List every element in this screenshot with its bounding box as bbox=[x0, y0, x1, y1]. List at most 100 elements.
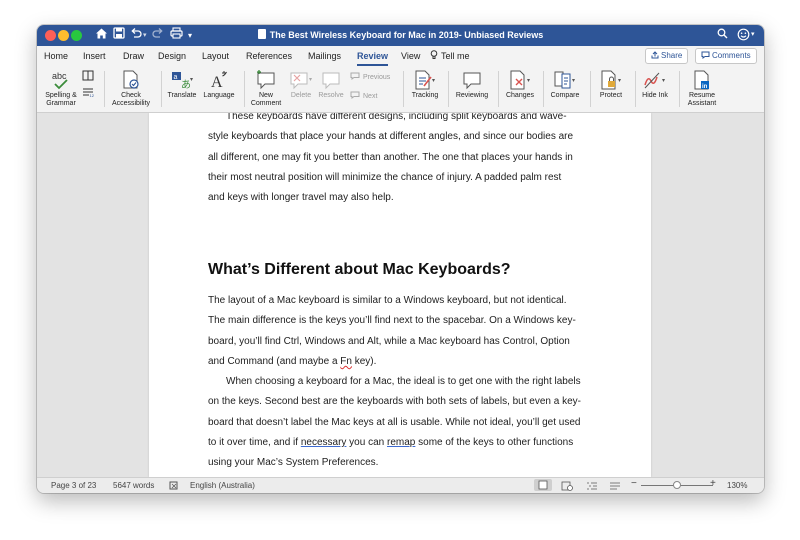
search-icon[interactable] bbox=[717, 28, 728, 42]
text-line: on the keys. Second best are the keyboar… bbox=[208, 396, 581, 408]
tab-view[interactable]: View bbox=[401, 50, 420, 62]
previous-comment-button[interactable]: Previous bbox=[350, 72, 390, 82]
document-icon bbox=[257, 29, 266, 39]
share-label: Share bbox=[661, 51, 683, 60]
language-label: Language bbox=[203, 92, 235, 99]
account-smiley-icon[interactable] bbox=[737, 28, 750, 44]
delete-label: Delete bbox=[290, 92, 312, 99]
tracking-button[interactable]: ▾ Tracking bbox=[406, 68, 444, 100]
tab-draw[interactable]: Draw bbox=[123, 50, 144, 62]
ribbon-separator bbox=[679, 71, 680, 107]
translate-button[interactable]: a あ ▾ Translate bbox=[164, 68, 200, 100]
document-title-text: The Best Wireless Keyboard for Mac in 20… bbox=[269, 30, 544, 40]
comments-label: Comments bbox=[712, 51, 751, 60]
spelling-check-icon: abc bbox=[41, 68, 81, 92]
tab-review[interactable]: Review bbox=[357, 50, 389, 66]
tab-home[interactable]: Home bbox=[44, 50, 68, 62]
previous-label: Previous bbox=[363, 74, 391, 81]
resolve-comment-icon bbox=[315, 68, 347, 92]
ribbon-separator bbox=[161, 71, 162, 107]
delete-comment-button[interactable]: ▾ Delete bbox=[285, 68, 317, 100]
text-line: and Command (and maybe a Fn key). bbox=[208, 352, 592, 372]
text-line: all different, one may fit you better th… bbox=[208, 151, 573, 163]
page-count[interactable]: Page 3 of 23 bbox=[51, 481, 96, 491]
check-label-2: Accessibility bbox=[111, 100, 151, 107]
outline-view-button[interactable] bbox=[586, 481, 598, 493]
outline-icon bbox=[587, 482, 597, 490]
comments-button[interactable]: Comments bbox=[695, 48, 757, 64]
tell-me-label: Tell me bbox=[441, 51, 470, 61]
compare-button[interactable]: ▾ Compare bbox=[546, 68, 584, 100]
reviewing-pane-icon bbox=[451, 68, 493, 92]
resume-label-1: Resume bbox=[688, 92, 716, 99]
language-button[interactable]: A Language bbox=[200, 68, 238, 100]
tab-design[interactable]: Design bbox=[158, 50, 186, 62]
title-bar: ▾ ▾ The Best Wireless Keyboard for Mac i… bbox=[37, 25, 764, 46]
word-count[interactable]: 5647 words bbox=[113, 481, 154, 491]
word-count-icon: 123 bbox=[83, 88, 97, 98]
review-ribbon: abc Spelling & Grammar 123 Check Accessi… bbox=[37, 66, 764, 113]
lock-document-icon: ▾ bbox=[593, 68, 629, 92]
resolve-label: Resolve bbox=[318, 92, 344, 99]
paragraph-1[interactable]: These keyboards have different designs, … bbox=[208, 113, 592, 208]
share-button[interactable]: Share bbox=[645, 48, 689, 64]
protect-button[interactable]: ▾ Protect bbox=[593, 68, 629, 100]
zoom-in-button[interactable]: + bbox=[710, 479, 716, 489]
translate-icon: a あ ▾ bbox=[164, 68, 200, 92]
proofing-icon[interactable] bbox=[169, 481, 179, 493]
text-run: some of the keys to other functions bbox=[415, 436, 574, 448]
text-line: board, you’ll find Ctrl, Windows and Alt… bbox=[208, 335, 570, 347]
check-accessibility-button[interactable]: Check Accessibility bbox=[107, 68, 155, 108]
print-layout-view-button[interactable] bbox=[534, 479, 552, 491]
spelling-flagged-word[interactable]: Fn bbox=[340, 356, 352, 367]
spelling-label-1: Spelling & bbox=[45, 92, 77, 99]
account-dropdown-icon[interactable]: ▾ bbox=[751, 30, 755, 38]
zoom-slider-thumb[interactable] bbox=[673, 481, 681, 489]
svg-text:123: 123 bbox=[90, 93, 95, 97]
reviewing-button[interactable]: Reviewing bbox=[451, 68, 493, 100]
web-layout-view-button[interactable] bbox=[561, 481, 573, 493]
changes-button[interactable]: ▾ Changes bbox=[500, 68, 540, 100]
text-line: These keyboards have different designs, … bbox=[226, 113, 567, 122]
resume-assistant-button[interactable]: in Resume Assistant bbox=[682, 68, 722, 108]
status-bar: Page 3 of 23 5647 words English (Austral… bbox=[37, 477, 764, 493]
new-comment-button[interactable]: New Comment bbox=[247, 68, 285, 108]
tab-insert[interactable]: Insert bbox=[83, 50, 106, 62]
zoom-level[interactable]: 130% bbox=[727, 481, 747, 491]
language-icon: A bbox=[200, 68, 238, 92]
compare-documents-icon: ▾ bbox=[546, 68, 584, 92]
text-line: The main difference is the keys you’ll f… bbox=[208, 315, 576, 327]
resolve-comment-button[interactable]: Resolve bbox=[315, 68, 347, 100]
section-heading[interactable]: What’s Different about Mac Keyboards? bbox=[208, 260, 511, 280]
svg-text:▾: ▾ bbox=[309, 77, 312, 83]
ribbon-tabs: Home Insert Draw Design Layout Reference… bbox=[37, 46, 764, 66]
document-canvas[interactable]: These keyboards have different designs, … bbox=[37, 113, 764, 477]
svg-text:A: A bbox=[211, 74, 223, 91]
tab-layout[interactable]: Layout bbox=[202, 50, 229, 62]
document-page[interactable]: These keyboards have different designs, … bbox=[149, 113, 651, 477]
check-label-1: Check bbox=[121, 92, 141, 99]
draft-view-button[interactable] bbox=[609, 481, 621, 493]
protect-label: Protect bbox=[599, 92, 623, 99]
spelling-grammar-button[interactable]: abc Spelling & Grammar bbox=[41, 68, 81, 108]
text-run: key). bbox=[351, 355, 377, 367]
tab-mailings[interactable]: Mailings bbox=[308, 50, 341, 62]
text-line: and keys with longer travel may also hel… bbox=[208, 192, 394, 204]
previous-comment-icon bbox=[350, 72, 360, 80]
grammar-flagged-word[interactable]: necessary bbox=[301, 437, 347, 448]
zoom-out-button[interactable]: − bbox=[631, 479, 637, 489]
thesaurus-button[interactable] bbox=[81, 70, 95, 84]
delete-comment-icon: ▾ bbox=[285, 68, 317, 92]
text-line: When choosing a keyboard for a Mac, the … bbox=[226, 376, 581, 387]
hide-ink-button[interactable]: ▾ Hide Ink bbox=[637, 68, 673, 100]
tab-references[interactable]: References bbox=[246, 50, 292, 62]
next-comment-button[interactable]: Next bbox=[350, 91, 377, 101]
grammar-flagged-word[interactable]: remap bbox=[387, 437, 415, 448]
paragraph-2[interactable]: The layout of a Mac keyboard is similar … bbox=[208, 291, 592, 372]
paragraph-3[interactable]: When choosing a keyboard for a Mac, the … bbox=[208, 372, 592, 473]
tell-me-box[interactable]: Tell me bbox=[430, 50, 470, 62]
text-line: The layout of a Mac keyboard is similar … bbox=[208, 295, 567, 306]
word-count-button[interactable]: 123 bbox=[81, 88, 97, 100]
language-status[interactable]: English (Australia) bbox=[190, 481, 255, 491]
track-changes-icon: ▾ bbox=[406, 68, 444, 92]
